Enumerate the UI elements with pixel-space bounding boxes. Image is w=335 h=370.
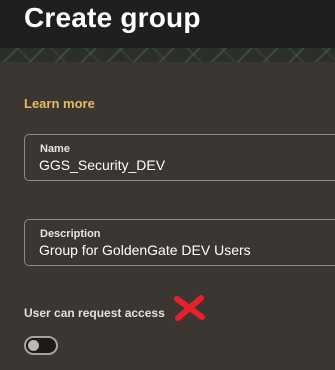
name-field[interactable]: Name: [24, 134, 335, 181]
red-x-mark-icon: [174, 295, 205, 321]
page-title: Create group: [24, 2, 201, 33]
learn-more-link[interactable]: Learn more: [24, 96, 95, 111]
page-header: Create group: [0, 0, 335, 62]
toggle-knob: [28, 340, 39, 351]
name-input[interactable]: [39, 157, 329, 173]
description-field[interactable]: Description: [24, 219, 335, 266]
request-access-toggle[interactable]: [24, 336, 58, 355]
request-access-label: User can request access: [24, 306, 165, 320]
name-field-label: Name: [40, 143, 70, 155]
description-field-label: Description: [40, 228, 101, 240]
description-input[interactable]: [39, 242, 329, 258]
header-banner-pattern: [0, 48, 335, 62]
